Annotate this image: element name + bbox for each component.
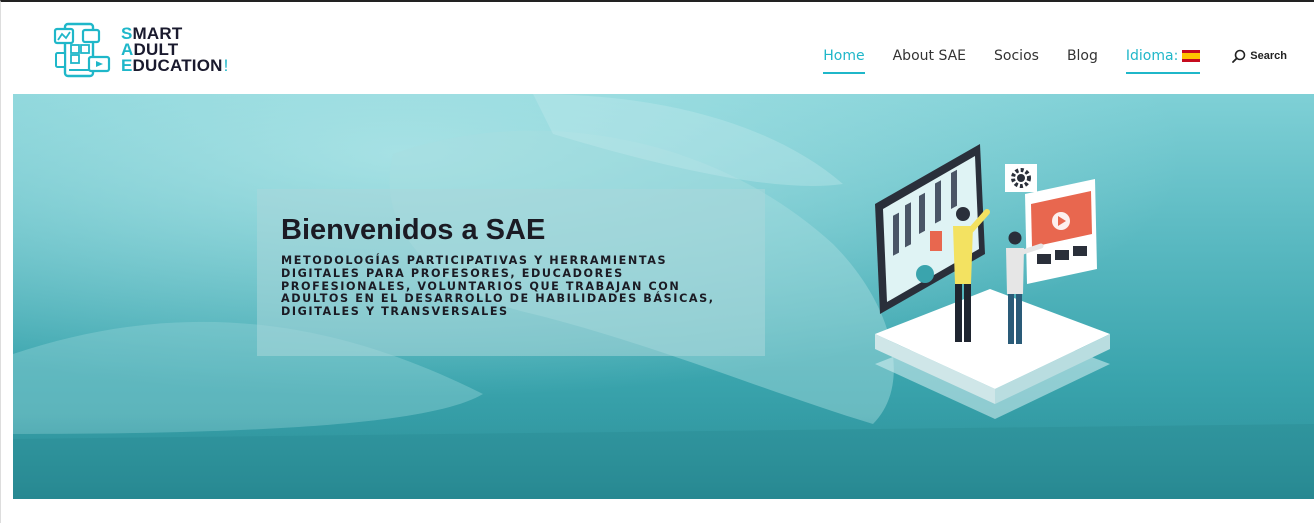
main-nav: Home About SAE Socios Blog Idioma: Searc… <box>809 44 1287 74</box>
page-frame: SMART ADULT EDUCATION! Home About SAE So… <box>0 0 1314 523</box>
nav-item-about[interactable]: About SAE <box>879 44 980 68</box>
logo-word: DUCATION <box>132 56 223 75</box>
hero-banner: Bienvenidos a SAE METODOLOGÍAS PARTICIPA… <box>13 94 1314 499</box>
nav-label: Home <box>823 48 865 64</box>
nav-item-language[interactable]: Idioma: <box>1112 44 1214 74</box>
hero-title-strong: SAE <box>485 214 546 246</box>
site-header: SMART ADULT EDUCATION! Home About SAE So… <box>1 2 1314 94</box>
hero-subtitle: METODOLOGÍAS PARTICIPATIVAS Y HERRAMIENT… <box>281 254 715 319</box>
language-label: Idioma: <box>1125 48 1179 64</box>
search-button[interactable]: Search <box>1232 49 1287 63</box>
hero-title: Bienvenidos a SAE <box>281 213 741 247</box>
logo-wordmark: SMART ADULT EDUCATION! <box>121 25 229 75</box>
search-label: Search <box>1250 50 1287 62</box>
hero-title-prefix: Bienvenidos a <box>281 214 486 246</box>
nav-label: About SAE <box>892 48 967 64</box>
logo-initial: E <box>121 56 133 75</box>
spain-flag-icon <box>1182 50 1201 62</box>
logo-icon <box>53 22 111 78</box>
nav-label: Blog <box>1066 48 1098 64</box>
search-icon <box>1232 49 1246 63</box>
nav-item-home[interactable]: Home <box>809 44 878 74</box>
logo-exclamation: ! <box>223 56 229 75</box>
welcome-box: Bienvenidos a SAE METODOLOGÍAS PARTICIPA… <box>257 189 765 356</box>
nav-item-socios[interactable]: Socios <box>980 44 1053 68</box>
logo-line: EDUCATION! <box>121 56 229 75</box>
site-logo[interactable]: SMART ADULT EDUCATION! <box>53 20 229 80</box>
nav-label: Socios <box>994 48 1039 64</box>
nav-item-blog[interactable]: Blog <box>1053 44 1112 68</box>
learning-illustration <box>875 144 1110 419</box>
